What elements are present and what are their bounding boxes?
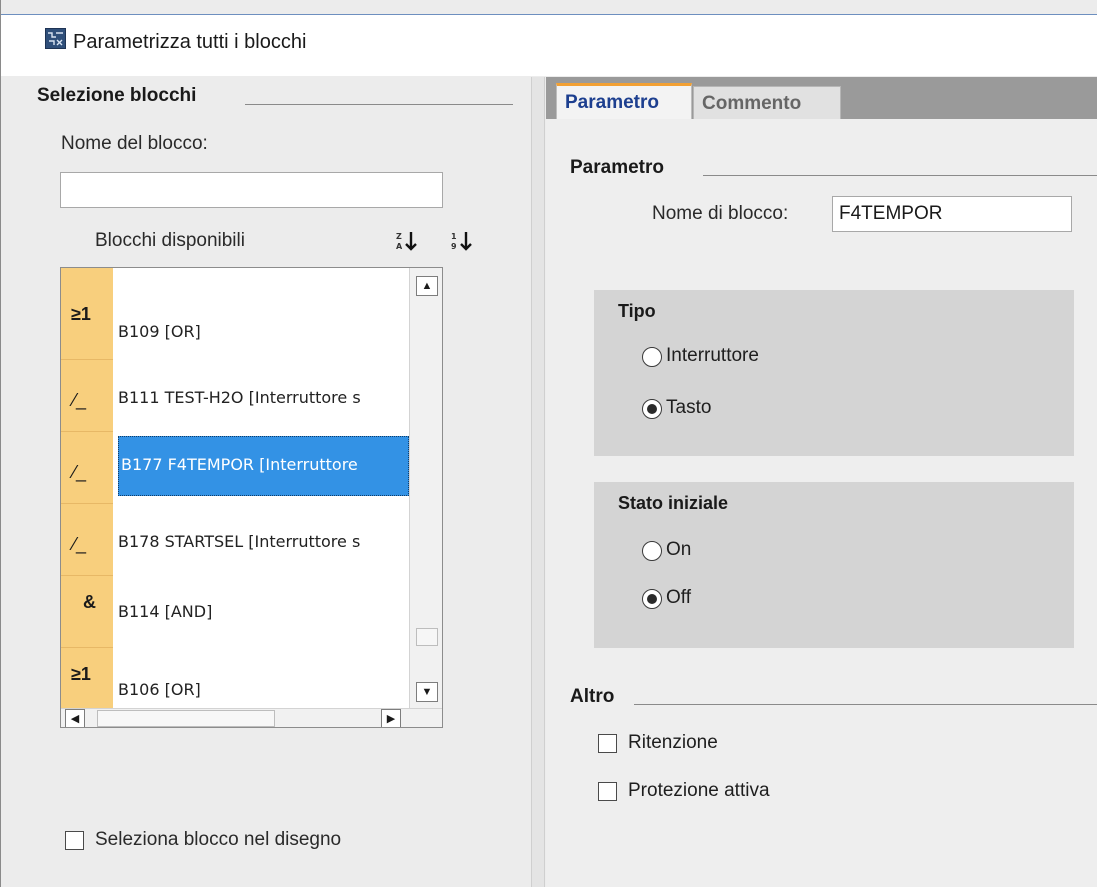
retention-label: Ritenzione	[628, 732, 718, 753]
block-name-search-input[interactable]	[60, 172, 443, 208]
block-name-field-label: Nome di blocco:	[652, 203, 789, 224]
section-divider	[703, 175, 1097, 176]
available-blocks-list[interactable]: ≥1 B109 [OR] ⁄_ B111 TEST-H2O [Interrutt…	[60, 267, 443, 728]
title-bar: Parametrizza tutti i blocchi	[1, 14, 1097, 76]
svg-text:Z: Z	[396, 232, 402, 241]
scroll-right-icon[interactable]: ▶	[381, 709, 401, 727]
and-gate-icon: &	[61, 576, 113, 648]
tasto-label: Tasto	[666, 397, 712, 418]
initial-state-group-title: Stato iniziale	[618, 493, 729, 513]
parameter-section-title: Parametro	[570, 157, 664, 178]
horizontal-scroll-thumb[interactable]	[97, 710, 275, 727]
or-gate-icon: ≥1	[61, 288, 113, 360]
switch-icon: ⁄_	[61, 504, 113, 576]
other-section-title: Altro	[570, 686, 615, 707]
radio-tasto[interactable]	[642, 399, 662, 419]
list-item-selected[interactable]: ⁄_ B177 F4TEMPOR [Interruttore	[61, 432, 409, 504]
select-in-drawing-label: Seleziona blocco nel disegno	[95, 829, 342, 850]
list-item[interactable]: ⁄_ B178 STARTSEL [Interruttore s	[61, 504, 409, 576]
tab-strip: Parametro Commento	[546, 77, 1097, 119]
radio-on[interactable]	[642, 541, 662, 561]
tab-parametro[interactable]: Parametro	[556, 83, 692, 119]
select-in-drawing-checkbox[interactable]	[65, 831, 84, 850]
pane-splitter[interactable]	[531, 77, 545, 887]
protection-label: Protezione attiva	[628, 780, 770, 801]
vertical-scrollbar[interactable]: ▲ ▼	[409, 268, 442, 708]
section-divider	[634, 704, 1097, 705]
app-icon	[45, 28, 66, 49]
svg-text:1: 1	[451, 232, 457, 241]
sort-numeric-icon[interactable]: 19	[451, 230, 475, 257]
on-label: On	[666, 539, 692, 560]
tab-content: Parametro Nome di blocco: Tipo Interrutt…	[546, 119, 1097, 887]
switch-icon: ⁄_	[61, 360, 113, 432]
block-selection-title: Selezione blocchi	[37, 85, 197, 106]
off-label: Off	[666, 587, 691, 608]
horizontal-scrollbar[interactable]: ◀ ▶	[61, 708, 442, 727]
sort-alpha-icon[interactable]: ZA	[396, 230, 420, 257]
dialog-window: Parametrizza tutti i blocchi Selezione b…	[0, 0, 1097, 887]
radio-off[interactable]	[642, 589, 662, 609]
list-item[interactable]: ≥1 B109 [OR]	[61, 288, 409, 360]
tipo-group: Tipo Interruttore Tasto	[594, 290, 1074, 456]
switch-icon: ⁄_	[61, 432, 113, 504]
svg-text:9: 9	[451, 242, 457, 251]
protection-checkbox[interactable]	[598, 782, 617, 801]
radio-interruttore[interactable]	[642, 347, 662, 367]
initial-state-group: Stato iniziale On Off	[594, 482, 1074, 648]
scroll-left-icon[interactable]: ◀	[65, 709, 85, 727]
section-divider	[245, 104, 513, 105]
window-title: Parametrizza tutti i blocchi	[73, 31, 307, 53]
list-item[interactable]: ⁄_ B111 TEST-H2O [Interruttore s	[61, 360, 409, 432]
available-blocks-label: Blocchi disponibili	[95, 230, 245, 251]
tab-commento[interactable]: Commento	[693, 86, 841, 119]
list-item[interactable]: & B114 [AND]	[61, 576, 409, 648]
scroll-down-icon[interactable]: ▼	[416, 682, 438, 702]
block-name-label: Nome del blocco:	[61, 133, 208, 154]
tipo-group-title: Tipo	[618, 301, 656, 321]
parameter-pane: Parametro Commento Parametro Nome di blo…	[546, 77, 1097, 887]
interruttore-label: Interruttore	[666, 345, 759, 366]
retention-checkbox[interactable]	[598, 734, 617, 753]
svg-text:A: A	[396, 242, 403, 251]
block-name-field[interactable]	[832, 196, 1072, 232]
scroll-up-icon[interactable]: ▲	[416, 276, 438, 296]
scroll-thumb[interactable]	[416, 628, 438, 646]
